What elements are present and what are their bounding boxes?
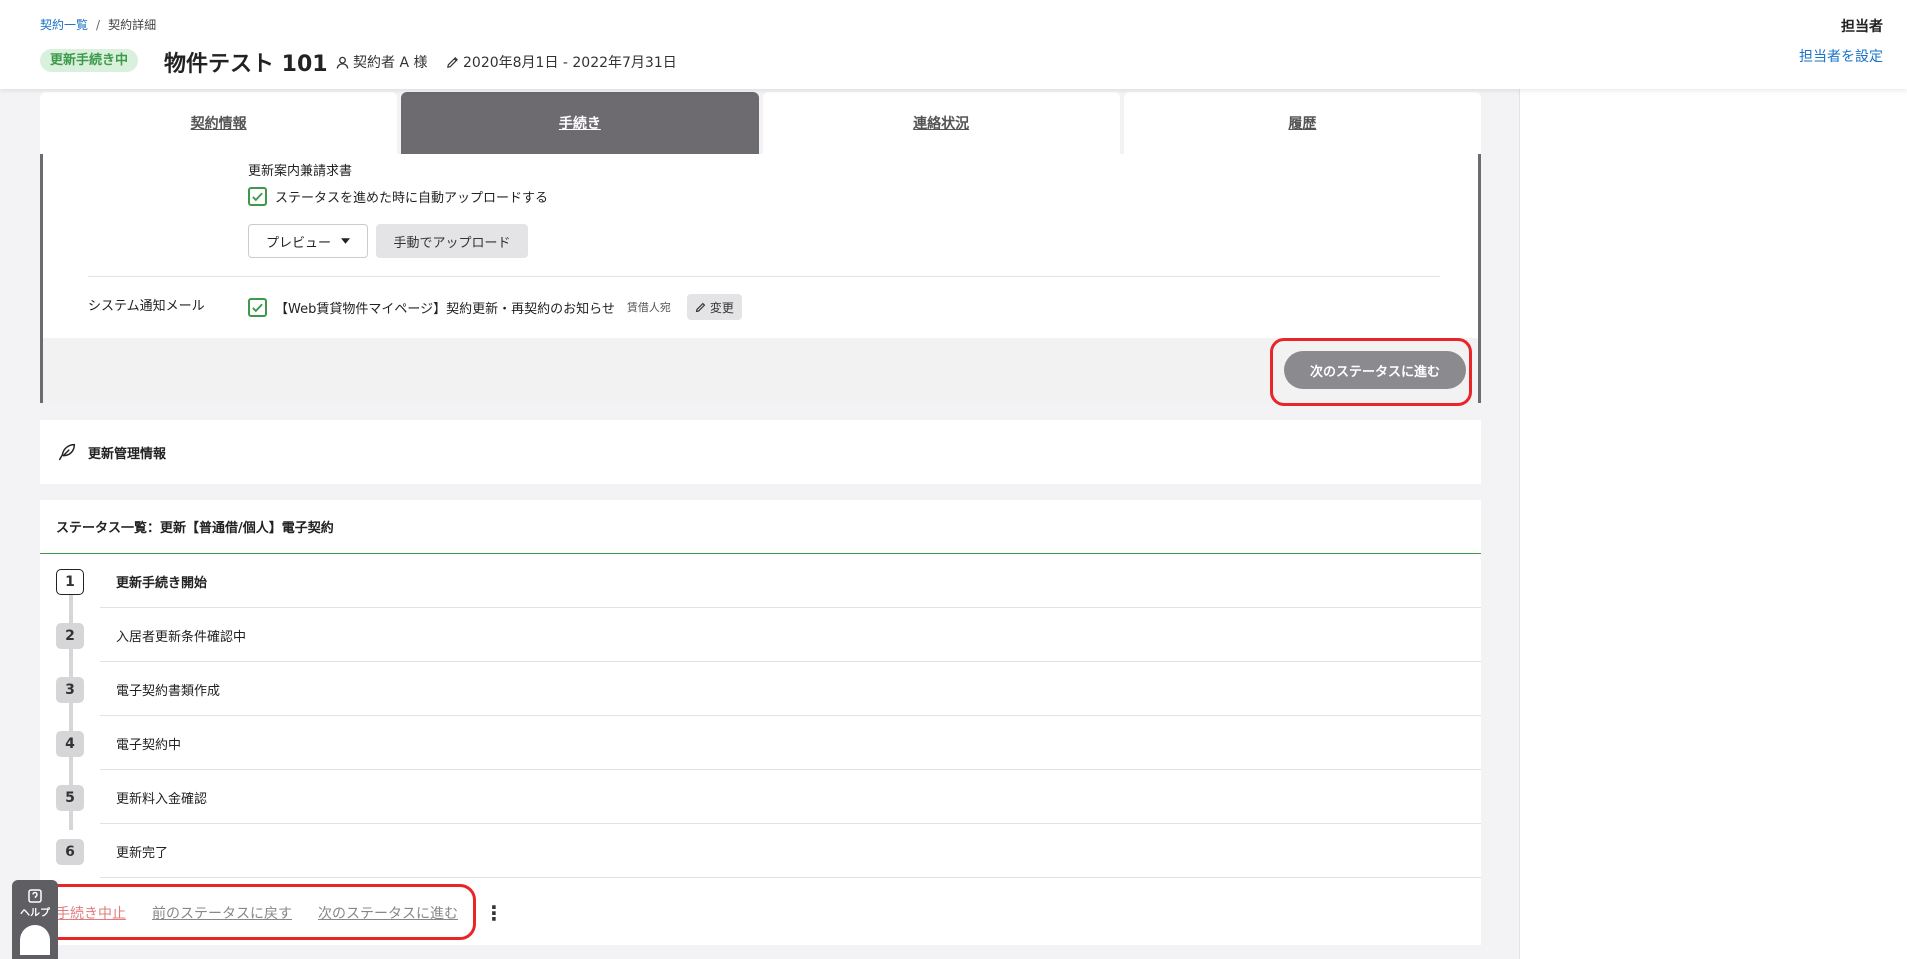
breadcrumb-separator: / bbox=[96, 18, 101, 32]
system-mail-row: 【Web賃貸物件マイページ】契約更新・再契約のお知らせ 賃借人宛 変更 bbox=[248, 294, 742, 320]
step-number: 2 bbox=[56, 623, 84, 649]
status-step: 6 更新完了 bbox=[40, 824, 1481, 878]
check-icon bbox=[252, 303, 263, 312]
preview-label: プレビュー bbox=[265, 235, 331, 251]
mail-subject: 【Web賃貸物件マイページ】契約更新・再契約のお知らせ bbox=[275, 301, 615, 317]
tab-procedure[interactable]: 手続き bbox=[401, 92, 759, 154]
more-options-icon[interactable]: ⋮ bbox=[484, 901, 504, 925]
auto-upload-checkbox[interactable] bbox=[248, 187, 267, 206]
change-label: 変更 bbox=[709, 300, 734, 315]
renewal-management-card[interactable]: 更新管理情報 bbox=[40, 420, 1481, 484]
next-status-button[interactable]: 次のステータスに進む bbox=[1284, 351, 1466, 389]
manual-upload-button[interactable]: 手動でアップロード bbox=[376, 224, 528, 258]
set-assignee-link[interactable]: 担当者を設定 bbox=[1799, 46, 1883, 66]
renewal-management-title: 更新管理情報 bbox=[88, 446, 167, 462]
contractor-name: 契約者 A 様 bbox=[353, 55, 428, 71]
breadcrumb: 契約一覧 / 契約詳細 bbox=[40, 16, 156, 33]
page-title: 物件テスト 101 bbox=[164, 52, 328, 77]
mail-recipient-tag: 賃借人宛 bbox=[626, 301, 671, 314]
help-label: ヘルプ bbox=[20, 908, 50, 919]
step-number: 6 bbox=[56, 839, 84, 865]
procedure-panel: 更新案内兼請求書 ステータスを進めた時に自動アップロードする プレビュー 手動で… bbox=[40, 154, 1481, 403]
previous-status-link[interactable]: 前のステータスに戻す bbox=[152, 903, 292, 923]
auto-upload-option: ステータスを進めた時に自動アップロードする bbox=[248, 187, 548, 206]
step-label: 電子契約中 bbox=[116, 737, 182, 753]
status-step: 2 入居者更新条件確認中 bbox=[40, 608, 1481, 662]
tab-bar: 契約情報 手続き 連絡状況 履歴 bbox=[40, 92, 1481, 154]
next-status-link[interactable]: 次のステータスに進む bbox=[318, 903, 458, 923]
page-header: 契約一覧 / 契約詳細 更新手続き中 物件テスト 101 契約者 A 様 2020年… bbox=[0, 0, 1907, 89]
step-number: 1 bbox=[56, 569, 84, 595]
help-widget[interactable]: ヘルプ bbox=[12, 880, 58, 959]
contract-period: 2020年8月1日 - 2022年7月31日 bbox=[446, 52, 677, 72]
divider bbox=[88, 276, 1440, 277]
caret-down-icon bbox=[341, 238, 350, 244]
help-icon bbox=[28, 889, 42, 903]
status-badge: 更新手続き中 bbox=[40, 49, 139, 72]
status-step: 5 更新料入金確認 bbox=[40, 770, 1481, 824]
tab-contact-status[interactable]: 連絡状況 bbox=[762, 92, 1120, 154]
help-mascot-icon bbox=[20, 925, 50, 955]
step-label: 更新完了 bbox=[116, 845, 169, 861]
step-label: 電子契約書類作成 bbox=[116, 683, 221, 699]
feather-icon bbox=[58, 443, 76, 461]
person-icon bbox=[336, 56, 349, 69]
procedure-footer: 次のステータスに進む bbox=[43, 338, 1478, 403]
pencil-icon bbox=[695, 302, 706, 312]
pen-icon bbox=[447, 56, 458, 68]
step-label: 更新料入金確認 bbox=[116, 791, 208, 807]
status-step: 1 更新手続き開始 bbox=[40, 554, 1481, 608]
preview-dropdown-button[interactable]: プレビュー bbox=[248, 224, 368, 258]
status-step: 4 電子契約中 bbox=[40, 716, 1481, 770]
mail-checkbox[interactable] bbox=[248, 297, 267, 317]
step-number: 4 bbox=[56, 731, 84, 757]
step-number: 3 bbox=[56, 677, 84, 703]
auto-upload-label: ステータスを進めた時に自動アップロードする bbox=[275, 191, 549, 206]
status-list-heading: ステータス一覧：更新【普通借/個人】電子契約 bbox=[40, 500, 1481, 554]
change-mail-button[interactable]: 変更 bbox=[686, 294, 742, 320]
step-divider bbox=[100, 877, 1481, 878]
status-actions: 手続き中止 前のステータスに戻す 次のステータスに進む ⋮ bbox=[40, 880, 1481, 945]
tab-contract-info[interactable]: 契約情報 bbox=[40, 92, 398, 154]
tab-history[interactable]: 履歴 bbox=[1123, 92, 1481, 154]
status-step: 3 電子契約書類作成 bbox=[40, 662, 1481, 716]
system-mail-label: システム通知メール bbox=[88, 299, 205, 314]
abort-procedure-link[interactable]: 手続き中止 bbox=[56, 903, 126, 923]
check-icon bbox=[252, 192, 263, 202]
step-label: 入居者更新条件確認中 bbox=[116, 629, 247, 645]
right-side-panel bbox=[1519, 89, 1907, 959]
status-list-card: ステータス一覧：更新【普通借/個人】電子契約 1 更新手続き開始 2 入居者更新… bbox=[40, 500, 1481, 945]
step-number: 5 bbox=[56, 785, 84, 811]
contract-period-text: 2020年8月1日 - 2022年7月31日 bbox=[463, 55, 677, 71]
step-label: 更新手続き開始 bbox=[116, 575, 208, 591]
contractor-info: 契約者 A 様 bbox=[336, 52, 427, 72]
breadcrumb-contract-list-link[interactable]: 契約一覧 bbox=[40, 18, 88, 32]
document-title: 更新案内兼請求書 bbox=[248, 164, 353, 179]
breadcrumb-current: 契約詳細 bbox=[108, 18, 157, 32]
assignee-label: 担当者 bbox=[1841, 19, 1883, 35]
